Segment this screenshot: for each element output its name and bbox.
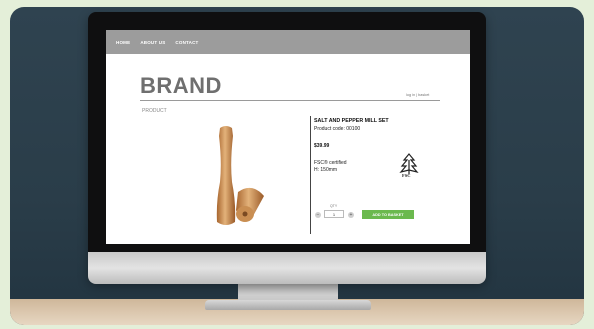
product-certification: FSC® certified [314, 160, 347, 166]
monitor-chin [88, 252, 486, 284]
section-label: PRODUCT [142, 108, 167, 114]
quantity-input[interactable] [324, 210, 344, 218]
fsc-logo-text: FSC [402, 173, 411, 178]
quantity-decrease-button[interactable]: − [315, 212, 321, 218]
product-title: SALT AND PEPPER MILL SET [314, 118, 389, 124]
product-price: $39.99 [314, 143, 330, 149]
product-image [216, 126, 264, 225]
quantity-increase-button[interactable]: + [348, 212, 354, 218]
product-height: H: 150mm [314, 167, 338, 173]
pepper-mill [216, 126, 236, 225]
product-divider [310, 116, 311, 234]
website-screen: HOME ABOUT US CONTACT BRAND log in | bas… [106, 30, 470, 244]
product-code: Product code: 00100 [314, 126, 361, 132]
quantity-label: QTY [330, 204, 338, 208]
monitor-stand-base [205, 300, 371, 310]
brand-logo[interactable]: BRAND [140, 73, 222, 99]
nav-about-us[interactable]: ABOUT US [140, 40, 165, 45]
nav-contact[interactable]: CONTACT [175, 40, 198, 45]
salt-mill [236, 187, 264, 222]
add-to-basket-button[interactable]: ADD TO BASKET [362, 210, 414, 219]
nav-bar: HOME ABOUT US CONTACT [106, 30, 470, 54]
nav-home[interactable]: HOME [116, 40, 130, 45]
login-basket-link[interactable]: log in | basket [406, 93, 429, 97]
header-divider [140, 100, 440, 101]
